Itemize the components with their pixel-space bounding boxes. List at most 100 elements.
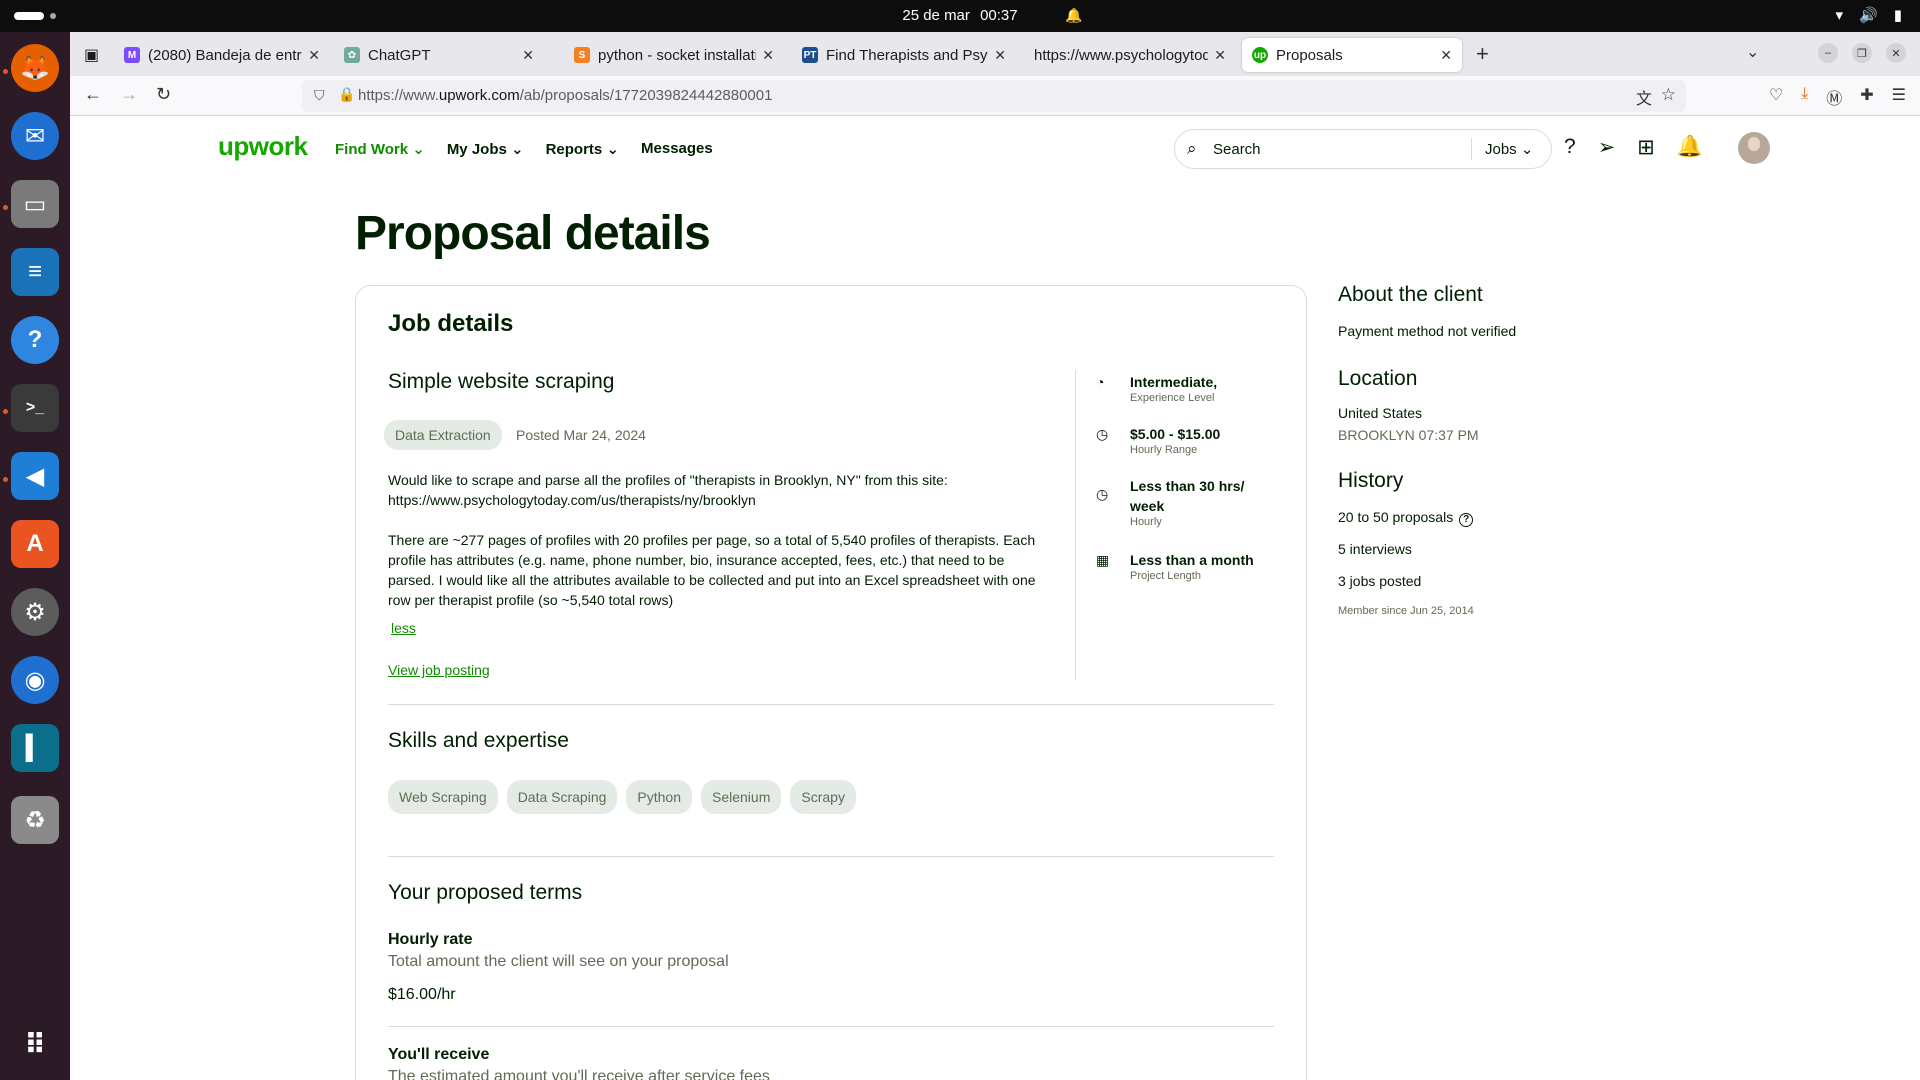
help-icon[interactable]: ?: [11, 316, 59, 364]
translate-icon[interactable]: 文: [1636, 85, 1652, 109]
search-box[interactable]: ⌕ Search Jobs ⌄: [1174, 129, 1552, 169]
tracking-shield-icon[interactable]: ⛉: [314, 87, 325, 104]
clock-icon: ◷: [1096, 486, 1109, 502]
tab-title: ChatGPT: [368, 46, 431, 64]
tab-proposals[interactable]: up Proposals ✕: [1242, 38, 1462, 72]
help-icon[interactable]: ?: [1564, 135, 1576, 160]
skill-badge[interactable]: Data Scraping: [506, 780, 618, 814]
downloads-icon[interactable]: ⤓: [1801, 85, 1808, 109]
job-description: Would like to scrape and parse all the p…: [388, 470, 1040, 630]
running-indicator: [3, 477, 8, 482]
search-input[interactable]: Search: [1213, 141, 1261, 158]
skill-badge[interactable]: Scrapy: [790, 780, 856, 814]
tab-stackoverflow[interactable]: S python - socket installatic ✕: [564, 38, 784, 72]
close-tab-icon[interactable]: ✕: [762, 47, 774, 64]
show-apps-icon[interactable]: ⠿: [11, 1020, 59, 1068]
tab-psychologytoday-url[interactable]: https://www.psychologytoda ✕: [1024, 38, 1236, 72]
interviews-count: 5 interviews: [1338, 541, 1412, 557]
notifications-icon[interactable]: 🔔: [1677, 135, 1703, 160]
tab-find-therapists[interactable]: PT Find Therapists and Psych ✕: [792, 38, 1016, 72]
stackoverflow-favicon-icon: S: [574, 47, 590, 63]
category-label: Data Extraction: [384, 420, 502, 450]
less-link[interactable]: less: [391, 620, 416, 636]
vscode-icon[interactable]: ◀: [11, 452, 59, 500]
address-bar[interactable]: ⛉ 🔒 https://www.upwork.com/ab/proposals/…: [302, 80, 1686, 112]
search-scope-dropdown[interactable]: Jobs ⌄: [1485, 140, 1533, 158]
upwork-header: upwork Find Work ⌄ My Jobs ⌄ Reports ⌄ M…: [70, 117, 1920, 181]
proposals-label: 20 to 50 proposals: [1338, 509, 1454, 525]
nav-reports[interactable]: Reports ⌄: [546, 140, 619, 158]
chromium-icon[interactable]: ◉: [11, 656, 59, 704]
close-tab-icon[interactable]: ✕: [308, 47, 320, 64]
nav-my-jobs[interactable]: My Jobs ⌄: [447, 140, 524, 158]
nav-find-work[interactable]: Find Work ⌄: [335, 140, 425, 158]
volume-icon: 🔊: [1859, 7, 1878, 24]
reload-icon[interactable]: ↻: [156, 84, 171, 105]
system-tray[interactable]: ▾ 🔊 ▮: [1836, 6, 1902, 24]
wifi-icon: ▾: [1835, 7, 1844, 24]
skills-list: Web Scraping Data Scraping Python Seleni…: [388, 780, 856, 814]
account-icon[interactable]: Ⓜ: [1826, 85, 1842, 109]
job-title: Simple website scraping: [388, 370, 615, 393]
restore-icon[interactable]: ❐: [1852, 43, 1872, 63]
tab-chatgpt[interactable]: ✿ ChatGPT ✕: [334, 38, 544, 72]
clock[interactable]: 25 de mar 00:37: [0, 7, 1920, 24]
category-badge[interactable]: Data Extraction: [384, 420, 502, 450]
terminal-icon[interactable]: >_: [11, 384, 59, 432]
settings-icon[interactable]: ⚙: [11, 588, 59, 636]
editor-icon[interactable]: ▍: [11, 724, 59, 772]
running-indicator: [3, 205, 8, 210]
page-title: Proposal details: [355, 207, 711, 260]
browser-nav-bar: ← → ↻ ⛉ 🔒 https://www.upwork.com/ab/prop…: [70, 76, 1920, 116]
nav-messages[interactable]: Messages: [641, 140, 713, 158]
thunderbird-icon[interactable]: ✉: [11, 112, 59, 160]
mail-favicon-icon: M: [124, 47, 140, 63]
divider: [388, 856, 1274, 857]
extensions-icon[interactable]: ✚: [1860, 85, 1873, 109]
feature-value: Less than a month: [1130, 552, 1254, 568]
question-circle-icon[interactable]: ?: [1459, 513, 1474, 527]
new-tab-icon[interactable]: +: [1476, 41, 1489, 67]
job-details-heading: Job details: [388, 310, 514, 337]
direct-contracts-icon[interactable]: ➢: [1598, 135, 1616, 160]
main-nav: Find Work ⌄ My Jobs ⌄ Reports ⌄ Messages: [335, 140, 713, 158]
back-icon[interactable]: ←: [84, 84, 102, 105]
close-tab-icon[interactable]: ✕: [994, 47, 1006, 64]
view-job-posting-link[interactable]: View job posting: [388, 662, 490, 678]
nav-label: Find Work: [335, 141, 409, 158]
skills-heading: Skills and expertise: [388, 729, 569, 752]
tab-title: python - socket installatic: [598, 46, 757, 64]
writer-icon[interactable]: ≡: [11, 248, 59, 296]
avatar[interactable]: [1738, 132, 1770, 164]
apps-grid-icon[interactable]: ⊞: [1637, 135, 1655, 160]
firefox-icon[interactable]: 🦊: [11, 44, 59, 92]
bookmark-star-icon[interactable]: ☆: [1661, 85, 1676, 105]
skill-badge[interactable]: Web Scraping: [388, 780, 498, 814]
files-icon[interactable]: ▭: [11, 180, 59, 228]
minimize-icon[interactable]: –: [1818, 43, 1838, 63]
divider: [388, 704, 1274, 705]
close-window-icon[interactable]: ✕: [1886, 43, 1906, 63]
app-center-icon[interactable]: A: [11, 520, 59, 568]
list-all-tabs-icon[interactable]: ⌄: [1746, 42, 1759, 62]
lock-icon[interactable]: 🔒: [338, 86, 355, 103]
menu-icon[interactable]: ☰: [1892, 85, 1906, 109]
upwork-logo[interactable]: upwork: [218, 131, 308, 162]
skill-badge[interactable]: Python: [626, 780, 692, 814]
search-divider: [1471, 138, 1472, 160]
tab-inbox[interactable]: M (2080) Bandeja de entrad ✕: [114, 38, 330, 72]
trash-icon[interactable]: ♻: [11, 796, 59, 844]
close-tab-icon[interactable]: ✕: [522, 47, 534, 64]
pocket-icon[interactable]: ♡: [1769, 85, 1783, 109]
skill-badge[interactable]: Selenium: [701, 780, 782, 814]
dock: 🦊 ✉ ▭ ≡ ? >_ ◀ A ⚙ ◉ ▍ ♻ ⠿: [0, 32, 70, 1080]
description-paragraph: Would like to scrape and parse all the p…: [388, 472, 948, 508]
close-tab-icon[interactable]: ✕: [1440, 47, 1452, 64]
upwork-favicon-icon: up: [1252, 47, 1268, 63]
forward-icon[interactable]: →: [120, 84, 138, 105]
tab-overview-icon[interactable]: ▣: [84, 38, 108, 72]
url-text[interactable]: https://www.upwork.com/ab/proposals/1772…: [358, 87, 772, 104]
chatgpt-favicon-icon: ✿: [344, 47, 360, 63]
notification-bell-icon[interactable]: 🔔: [1065, 7, 1082, 24]
close-tab-icon[interactable]: ✕: [1214, 47, 1226, 64]
